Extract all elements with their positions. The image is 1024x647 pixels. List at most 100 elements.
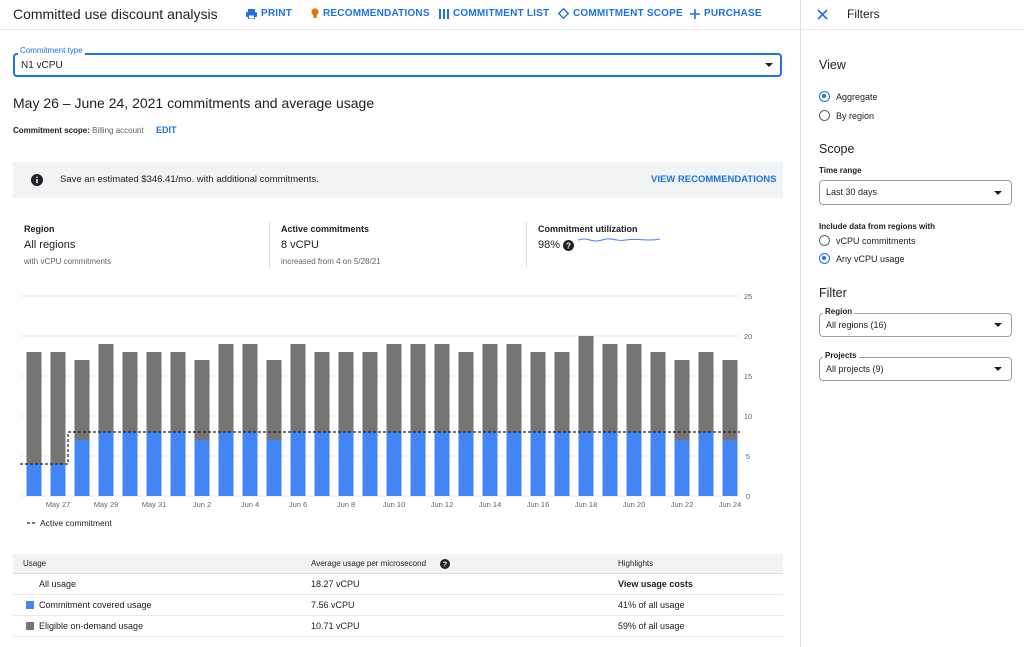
bar-covered[interactable] xyxy=(74,440,90,496)
bar-covered[interactable] xyxy=(314,432,330,496)
edit-scope-link[interactable]: EDIT xyxy=(156,125,177,135)
bar-ondemand[interactable] xyxy=(362,352,378,432)
projects-select[interactable]: All projects (9) xyxy=(819,357,1012,381)
bar-covered[interactable] xyxy=(26,464,42,496)
bar-ondemand[interactable] xyxy=(650,352,666,432)
bar-covered[interactable] xyxy=(386,432,402,496)
bar-ondemand[interactable] xyxy=(506,344,522,432)
bar-covered[interactable] xyxy=(554,432,570,496)
bar-covered[interactable] xyxy=(362,432,378,496)
vcpu-commitments-radio[interactable] xyxy=(819,235,830,246)
dropdown-caret-icon xyxy=(994,367,1002,371)
region-metric-value: All regions xyxy=(24,239,76,251)
y-tick-label: 5 xyxy=(746,452,750,461)
bar-ondemand[interactable] xyxy=(698,352,714,432)
bar-covered[interactable] xyxy=(674,440,690,496)
commitment-scope-button[interactable]: COMMITMENT SCOPE xyxy=(558,8,683,19)
utilization-sparkline xyxy=(578,238,660,242)
bar-ondemand[interactable] xyxy=(530,352,546,432)
bar-ondemand[interactable] xyxy=(290,344,306,432)
bar-covered[interactable] xyxy=(194,440,210,496)
bar-covered[interactable] xyxy=(266,440,282,496)
bar-ondemand[interactable] xyxy=(578,336,594,432)
bar-ondemand[interactable] xyxy=(434,344,450,432)
bar-ondemand[interactable] xyxy=(386,344,402,432)
bar-ondemand[interactable] xyxy=(458,352,474,432)
recommendations-button[interactable]: RECOMMENDATIONS xyxy=(311,8,430,19)
bar-ondemand[interactable] xyxy=(122,352,138,432)
projects-select-label: Projects xyxy=(823,351,859,360)
x-tick-label: Jun 6 xyxy=(289,500,307,509)
bar-ondemand[interactable] xyxy=(482,344,498,432)
bar-covered[interactable] xyxy=(98,432,114,496)
ondemand-swatch xyxy=(26,622,34,630)
bar-ondemand[interactable] xyxy=(602,344,618,432)
bar-covered[interactable] xyxy=(50,464,66,496)
bar-ondemand[interactable] xyxy=(50,352,66,464)
bar-covered[interactable] xyxy=(506,432,522,496)
y-tick-label: 0 xyxy=(746,492,750,501)
close-icon[interactable] xyxy=(817,9,828,20)
commitment-list-button[interactable]: COMMITMENT LIST xyxy=(439,8,549,19)
bar-ondemand[interactable] xyxy=(266,360,282,440)
purchase-button[interactable]: PURCHASE xyxy=(690,8,762,19)
help-icon[interactable]: ? xyxy=(563,240,574,251)
bar-ondemand[interactable] xyxy=(722,360,738,440)
bar-covered[interactable] xyxy=(290,432,306,496)
help-icon[interactable]: ? xyxy=(440,559,450,569)
bar-ondemand[interactable] xyxy=(242,344,258,432)
bar-ondemand[interactable] xyxy=(314,352,330,432)
bar-covered[interactable] xyxy=(482,432,498,496)
bar-covered[interactable] xyxy=(650,432,666,496)
view-usage-costs-link[interactable]: View usage costs xyxy=(618,579,693,589)
bar-ondemand[interactable] xyxy=(170,352,186,432)
bar-covered[interactable] xyxy=(410,432,426,496)
bar-ondemand[interactable] xyxy=(98,344,114,432)
bar-ondemand[interactable] xyxy=(410,344,426,432)
bar-covered[interactable] xyxy=(218,432,234,496)
bar-covered[interactable] xyxy=(722,440,738,496)
bar-ondemand[interactable] xyxy=(194,360,210,440)
commitment-type-select[interactable]: N1 vCPU xyxy=(13,53,782,77)
bar-ondemand[interactable] xyxy=(338,352,354,432)
bar-covered[interactable] xyxy=(434,432,450,496)
bar-covered[interactable] xyxy=(122,432,138,496)
aggregate-radio[interactable] xyxy=(819,91,830,102)
by-region-label: By region xyxy=(836,111,875,121)
bar-covered[interactable] xyxy=(242,432,258,496)
x-tick-label: Jun 12 xyxy=(431,500,454,509)
any-vcpu-usage-radio[interactable] xyxy=(819,253,830,264)
region-metric-sub: with vCPU commitments xyxy=(24,257,112,266)
bar-ondemand[interactable] xyxy=(74,360,90,440)
region-select[interactable]: All regions (16) xyxy=(819,313,1012,337)
scope-label: Commitment scope: xyxy=(13,126,90,135)
bar-covered[interactable] xyxy=(458,432,474,496)
print-label: PRINT xyxy=(261,8,292,19)
bar-ondemand[interactable] xyxy=(554,352,570,432)
bar-ondemand[interactable] xyxy=(674,360,690,440)
x-tick-label: Jun 2 xyxy=(193,500,211,509)
bar-covered[interactable] xyxy=(338,432,354,496)
usage-highlight: 59% of all usage xyxy=(618,621,685,631)
bar-covered[interactable] xyxy=(146,432,162,496)
time-range-value: Last 30 days xyxy=(826,187,878,197)
bar-covered[interactable] xyxy=(602,432,618,496)
bar-covered[interactable] xyxy=(698,432,714,496)
bar-covered[interactable] xyxy=(578,432,594,496)
bar-ondemand[interactable] xyxy=(218,344,234,432)
usage-chart: 0 5 10 15 20 25 May 27 May 29 May 31 Jun 2 Jun 4 Ju… xyxy=(20,292,752,528)
time-range-select[interactable]: Last 30 days xyxy=(819,180,1012,205)
bar-ondemand[interactable] xyxy=(26,352,42,464)
active-metric-label: Active commitments xyxy=(281,224,370,234)
view-recommendations-link[interactable]: VIEW RECOMMENDATIONS xyxy=(651,174,776,185)
bar-covered[interactable] xyxy=(626,432,642,496)
print-button[interactable]: PRINT xyxy=(246,8,292,19)
bar-ondemand[interactable] xyxy=(146,352,162,432)
by-region-radio[interactable] xyxy=(819,110,830,121)
bar-covered[interactable] xyxy=(530,432,546,496)
list-columns-icon xyxy=(439,8,449,19)
bar-covered[interactable] xyxy=(170,432,186,496)
dropdown-caret-icon xyxy=(994,191,1002,195)
bar-ondemand[interactable] xyxy=(626,344,642,432)
scope-value: Billing account xyxy=(92,126,144,135)
